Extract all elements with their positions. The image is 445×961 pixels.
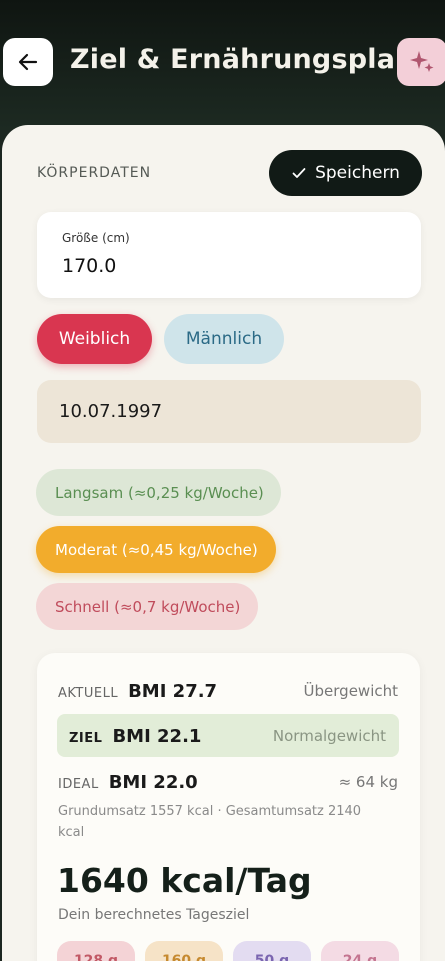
gender-female-chip[interactable]: Weiblich [37,314,152,364]
page-title: Ziel & Ernährungsplan [70,44,415,75]
goal-bmi-content: ZIEL BMI 22.1 [69,726,201,747]
ideal-weight: ≈ 64 kg [338,773,398,791]
macro-chip: 24 g [321,941,399,961]
section-label: KÖRPERDATEN [37,165,152,181]
goal-bmi-row: ZIEL BMI 22.1 Normalgewicht [57,714,399,757]
turnover-text: Grundumsatz 1557 kcal · Gesamtumsatz 214… [58,804,362,840]
goal-bmi: BMI 22.1 [112,726,202,747]
pace-fast-chip[interactable]: Schnell (≈0,7 kg/Woche) [36,583,258,630]
sparkle-icon [410,51,434,72]
ai-assistant-button[interactable] [397,38,445,86]
bmi-result-card: AKTUELL BMI 27.7 Übergewicht ZIEL BMI 22… [37,653,420,961]
app-header: Ziel & Ernährungsplan [0,0,445,130]
height-label: Größe (cm) [62,231,130,245]
birthdate-value: 10.07.1997 [59,401,163,422]
macro-chip: 128 g [57,941,135,961]
gender-male-chip[interactable]: Männlich [164,314,284,364]
macro-chip: 50 g [233,941,311,961]
back-button[interactable] [3,38,53,86]
current-tag: AKTUELL [58,686,119,701]
birthdate-field[interactable]: 10.07.1997 [37,380,421,443]
goal-tag: ZIEL [69,731,103,746]
save-button[interactable]: Speichern [269,150,422,196]
pace-moderate-chip[interactable]: Moderat (≈0,45 kg/Woche) [36,526,276,573]
ideal-bmi: BMI 22.0 [108,772,198,793]
ideal-bmi-row: IDEAL BMI 22.0 [58,772,198,793]
arrow-left-icon [18,53,38,71]
macro-chip: 160 g [145,941,223,961]
daily-kcal: 1640 kcal/Tag [57,861,312,900]
height-field[interactable]: Größe (cm) 170.0 [37,212,421,298]
goal-status: Normalgewicht [272,727,386,745]
ideal-tag: IDEAL [58,777,99,792]
current-bmi: BMI 27.7 [128,681,218,702]
current-status: Übergewicht [303,682,398,700]
pace-slow-chip[interactable]: Langsam (≈0,25 kg/Woche) [36,469,281,516]
daily-kcal-caption: Dein berechnetes Tagesziel [58,907,250,923]
check-icon [292,168,306,178]
save-button-label: Speichern [315,163,400,183]
height-value: 170.0 [62,255,117,277]
current-bmi-row: AKTUELL BMI 27.7 [58,681,217,702]
